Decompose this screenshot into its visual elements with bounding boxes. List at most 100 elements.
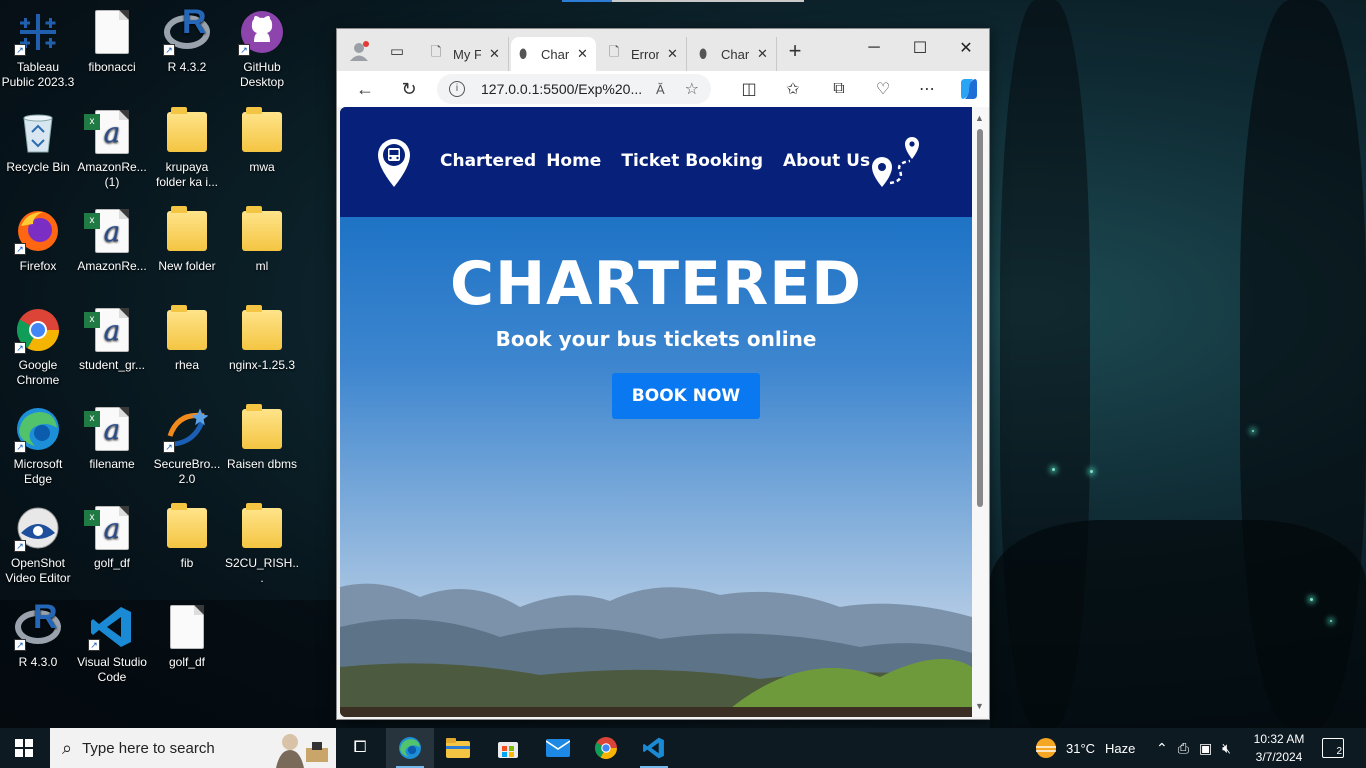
desktop-icon-amazonre[interactable]: ax AmazonRe... xyxy=(74,203,150,299)
bus-location-icon[interactable] xyxy=(376,137,412,189)
taskbar-vscode-icon[interactable] xyxy=(630,728,678,768)
taskbar-edge-icon[interactable] xyxy=(386,728,434,768)
refresh-button[interactable]: ↻ xyxy=(393,75,425,103)
close-icon[interactable]: ✕ xyxy=(757,46,768,62)
desktop-icon-student-gr[interactable]: ax student_gr... xyxy=(74,302,150,398)
close-window-button[interactable]: ✕ xyxy=(943,33,989,63)
shortcut-arrow-icon: ↗ xyxy=(14,540,26,552)
hero-subtitle: Book your bus tickets online xyxy=(495,327,817,351)
desktop-icon-s2cu-rish[interactable]: S2CU_RISH... xyxy=(224,500,300,596)
task-view-icon[interactable]: ⧠ xyxy=(336,728,384,768)
scrollbar-thumb[interactable] xyxy=(977,129,983,507)
desktop-icon-firefox[interactable]: ↗ Firefox xyxy=(0,203,76,299)
desktop-icon-fib[interactable]: fib xyxy=(149,500,225,596)
nav-link-chartered[interactable]: Chartered xyxy=(440,151,536,171)
back-button[interactable]: ← xyxy=(349,75,381,103)
desktop-icon-r432[interactable]: R ↗ R 4.3.2 xyxy=(149,4,225,100)
desktop-icon-recycle-bin[interactable]: Recycle Bin xyxy=(0,104,76,200)
folder-icon xyxy=(163,503,211,552)
favorites-icon[interactable]: ✩ xyxy=(777,75,809,103)
desktop-icon-golf-df-csv[interactable]: ax golf_df xyxy=(74,500,150,596)
tab-3[interactable]: 🗋 Error ✕ xyxy=(601,37,687,71)
volume-muted-icon[interactable]: 🔇︎ xyxy=(1222,740,1231,757)
desktop-icon-raisen-dbms[interactable]: Raisen dbms xyxy=(224,401,300,497)
desktop-icon-krupaya-folder[interactable]: krupaya folder ka i... xyxy=(149,104,225,200)
site-info-icon[interactable]: i xyxy=(449,81,465,97)
meet-now-icon[interactable]: ⎙ xyxy=(1178,740,1189,757)
chevron-up-icon[interactable]: ⌃ xyxy=(1156,740,1168,757)
search-placeholder: Type here to search xyxy=(82,739,215,757)
vertical-scrollbar[interactable]: ▲ ▼ xyxy=(972,107,988,717)
taskbar-file-explorer-icon[interactable] xyxy=(434,728,482,768)
desktop-icon-tableau[interactable]: ↗ Tableau Public 2023.3 xyxy=(0,4,76,100)
close-icon[interactable]: ✕ xyxy=(667,46,678,62)
desktop-icon-golf-df[interactable]: golf_df xyxy=(149,599,225,695)
r-icon: R ↗ xyxy=(163,5,211,56)
tab-2-active[interactable]: ⬮ Char ✕ xyxy=(511,37,596,71)
network-icon[interactable]: ▣ xyxy=(1199,740,1212,757)
minimize-button[interactable]: ─ xyxy=(851,33,897,63)
nav-link-about-us[interactable]: About Us xyxy=(783,151,870,171)
taskbar-store-icon[interactable] xyxy=(484,728,532,768)
desktop-icon-new-folder[interactable]: New folder xyxy=(149,203,225,299)
location-pin-icon: ⬮ xyxy=(699,46,708,61)
nav-link-ticket-booking[interactable]: Ticket Booking xyxy=(621,151,763,171)
clock[interactable]: 10:32 AM 3/7/2024 xyxy=(1248,730,1310,766)
taskbar-chrome-icon[interactable] xyxy=(582,728,630,768)
close-icon[interactable]: ✕ xyxy=(577,46,588,62)
read-aloud-icon[interactable]: Ă xyxy=(656,82,665,97)
shortcut-arrow-icon: ↗ xyxy=(14,243,26,255)
start-button[interactable] xyxy=(0,728,48,768)
desktop-icon-github[interactable]: ↗ GitHub Desktop xyxy=(224,4,300,100)
split-screen-icon[interactable]: ◫ xyxy=(733,75,765,103)
desktop-icon-amazonre-1[interactable]: ax AmazonRe... (1) xyxy=(74,104,150,200)
desktop-icon-fibonacci[interactable]: fibonacci xyxy=(74,4,150,100)
desktop-icon-rhea[interactable]: rhea xyxy=(149,302,225,398)
desktop-icon-securebrowser[interactable]: ↗ SecureBro... 2.0 xyxy=(149,401,225,497)
more-menu-icon[interactable]: ⋯ xyxy=(911,75,943,103)
weather-condition: Haze xyxy=(1105,740,1136,756)
desktop-icon-vscode[interactable]: ↗ Visual Studio Code xyxy=(74,599,150,695)
desktop-icon-nginx[interactable]: nginx-1.25.3 xyxy=(224,302,300,398)
scroll-up-icon[interactable]: ▲ xyxy=(975,113,984,123)
desktop-icon-edge[interactable]: ↗ Microsoft Edge xyxy=(0,401,76,497)
profile-avatar[interactable] xyxy=(343,37,375,65)
notification-center-icon[interactable]: 2 xyxy=(1322,738,1344,758)
browser-essentials-icon[interactable]: ♡ xyxy=(867,75,899,103)
tab-4[interactable]: ⬮ Char ✕ xyxy=(691,37,777,71)
shortcut-arrow-icon: ↗ xyxy=(163,44,175,56)
nav-link-home[interactable]: Home xyxy=(546,151,601,171)
scroll-down-icon[interactable]: ▼ xyxy=(975,701,984,711)
book-now-button[interactable]: BOOK NOW xyxy=(612,373,760,419)
taskbar-mail-icon[interactable] xyxy=(534,728,582,768)
tab-1[interactable]: 🗋 My F ✕ xyxy=(423,37,509,71)
desktop-icon-ml[interactable]: ml xyxy=(224,203,300,299)
site-header: Chartered Home Ticket Booking About Us xyxy=(340,107,972,217)
desktop-icon-filename[interactable]: ax filename xyxy=(74,401,150,497)
close-icon[interactable]: ✕ xyxy=(489,46,500,62)
collections-icon[interactable]: ⧉ xyxy=(823,75,855,103)
chrome-icon: ↗ xyxy=(14,306,62,354)
maximize-button[interactable]: ☐ xyxy=(897,33,943,63)
address-bar[interactable]: i 127.0.0.1:5500/Exp%20... Ă ☆ xyxy=(437,74,711,104)
desktop-icon-mwa[interactable]: mwa xyxy=(224,104,300,200)
vscode-icon: ↗ xyxy=(88,603,136,651)
browser-window: ▭ 🗋 My F ✕ ⬮ Char ✕ 🗋 Error ✕ ⬮ Char ✕ +… xyxy=(336,28,990,720)
weather-widget[interactable]: 31°C Haze xyxy=(1034,728,1135,768)
windows-logo-icon xyxy=(15,739,33,757)
favorite-star-icon[interactable]: ☆ xyxy=(685,79,699,99)
desktop-icon-r430[interactable]: R ↗ R 4.3.0 xyxy=(0,599,76,695)
recycle-bin-icon xyxy=(14,108,62,156)
taskbar-search[interactable]: ⌕ Type here to search xyxy=(50,728,336,768)
folder-icon xyxy=(163,206,211,255)
search-highlight-illustration-icon xyxy=(276,734,328,768)
tab-actions-icon[interactable]: ▭ xyxy=(381,37,413,65)
desktop-icon-chrome[interactable]: ↗ Google Chrome xyxy=(0,302,76,398)
mountain-landscape xyxy=(340,583,972,717)
system-tray: ⌃ ⎙ ▣ 🔇︎ xyxy=(1156,728,1231,768)
folder-icon xyxy=(238,503,286,552)
desktop-icon-openshot[interactable]: ↗ OpenShot Video Editor xyxy=(0,500,76,596)
page-icon: 🗋 xyxy=(609,44,620,59)
copilot-icon[interactable] xyxy=(953,75,985,103)
new-tab-button[interactable]: + xyxy=(779,37,811,65)
